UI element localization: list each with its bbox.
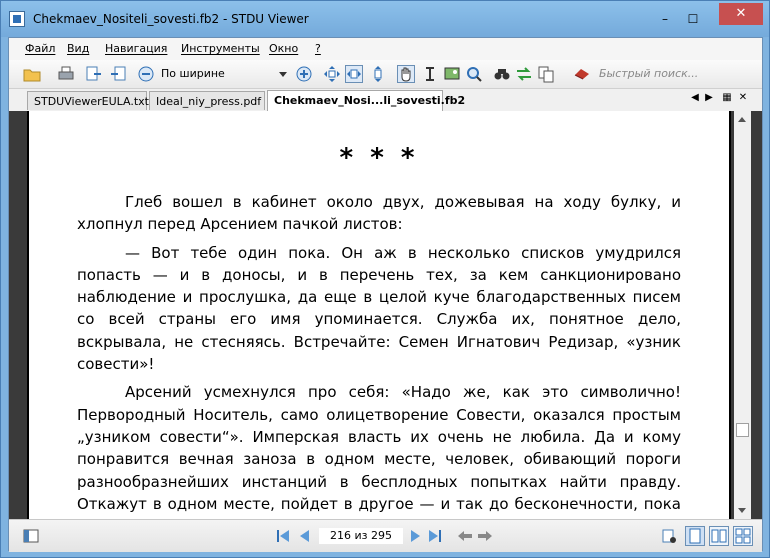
menu-tools[interactable]: Инструменты <box>181 42 260 55</box>
snapshot-icon[interactable] <box>443 65 461 83</box>
main-frame: Файл Вид Навигация Инструменты Окно ? По… <box>8 37 763 552</box>
copy-icon[interactable] <box>537 65 555 83</box>
text-column: Глеб вошел в кабинет около двух, дожевыв… <box>77 191 681 519</box>
app-window: Chekmaev_Nositeli_sovesti.fb2 - STDU Vie… <box>0 0 770 558</box>
zoom-region-icon[interactable] <box>465 65 483 83</box>
fit-width-icon[interactable] <box>345 65 363 83</box>
continuous-view-button[interactable] <box>685 526 705 546</box>
select-text-icon[interactable] <box>421 65 439 83</box>
app-icon <box>9 11 25 27</box>
menu-navigation[interactable]: Навигация <box>105 42 167 55</box>
toggle-sidebar-icon[interactable] <box>23 528 39 544</box>
find-icon[interactable] <box>493 65 511 83</box>
grid-view-button[interactable] <box>733 526 753 546</box>
close-button[interactable]: ✕ <box>719 3 763 25</box>
menu-help[interactable]: ? <box>315 42 321 55</box>
tab-scroll-right-icon[interactable]: ▶ <box>703 92 715 103</box>
tab-ideal-niy-press[interactable]: Ideal_niy_press.pdf <box>149 91 265 110</box>
print-icon[interactable] <box>57 65 75 83</box>
search-icon <box>573 65 591 83</box>
tab-close-icon[interactable]: ✕ <box>737 92 749 103</box>
scroll-up-icon[interactable] <box>738 117 746 122</box>
document-page: * * * Глеб вошел в кабинет около двух, д… <box>27 111 731 519</box>
history-forward-icon[interactable] <box>477 528 493 544</box>
first-page-icon[interactable] <box>275 528 291 544</box>
paragraph: Глеб вошел в кабинет около двух, дожевыв… <box>77 193 681 234</box>
fit-height-icon[interactable] <box>369 65 387 83</box>
toolbar: По ширине Быстрый поиск... <box>9 60 762 89</box>
next-page-icon[interactable] <box>407 528 423 544</box>
menu-bar: Файл Вид Навигация Инструменты Окно ? <box>9 38 762 60</box>
single-page-icon[interactable] <box>661 528 677 544</box>
fit-page-icon[interactable] <box>323 65 341 83</box>
tab-chekmaev[interactable]: Chekmaev_Nosi...li_sovesti.fb2 <box>267 90 465 111</box>
minimize-button[interactable]: – <box>653 10 677 28</box>
status-bar: 216 из 295 <box>9 519 762 552</box>
facing-view-button[interactable] <box>709 526 729 546</box>
page-prev-icon[interactable] <box>85 65 103 83</box>
scroll-thumb[interactable] <box>736 423 749 437</box>
tab-list-icon[interactable]: ▦ <box>721 92 733 103</box>
paragraph: — Вот тебе один пока. Он аж в несколько … <box>77 243 681 374</box>
tab-stduviewereula[interactable]: STDUViewerEULA.txt <box>27 91 149 110</box>
tab-scroll-left-icon[interactable]: ◀ <box>689 92 701 103</box>
quick-search-input[interactable]: Быстрый поиск... <box>571 64 759 84</box>
window-title: Chekmaev_Nositeli_sovesti.fb2 - STDU Vie… <box>33 12 309 26</box>
zoom-in-icon[interactable] <box>295 65 313 83</box>
maximize-button[interactable]: ☐ <box>681 10 705 28</box>
paragraph: Арсений усмехнулся про себя: «Надо же, к… <box>77 383 681 519</box>
zoom-out-icon[interactable] <box>137 65 155 83</box>
document-area[interactable]: * * * Глеб вошел в кабинет около двух, д… <box>9 111 762 519</box>
zoom-mode-select[interactable]: По ширине <box>157 64 291 84</box>
prev-page-icon[interactable] <box>297 528 313 544</box>
menu-view[interactable]: Вид <box>67 42 89 55</box>
section-heading: * * * <box>339 143 419 173</box>
scroll-down-icon[interactable] <box>738 508 746 513</box>
menu-file[interactable]: Файл <box>25 42 55 55</box>
page-next-icon[interactable] <box>109 65 127 83</box>
menu-window[interactable]: Окно <box>269 42 298 55</box>
tab-bar: STDUViewerEULA.txt Ideal_niy_press.pdf C… <box>9 89 762 112</box>
page-indicator[interactable]: 216 из 295 <box>319 528 403 544</box>
sync-icon[interactable] <box>515 65 533 83</box>
history-back-icon[interactable] <box>457 528 473 544</box>
title-bar[interactable]: Chekmaev_Nositeli_sovesti.fb2 - STDU Vie… <box>1 1 769 37</box>
last-page-icon[interactable] <box>427 528 443 544</box>
vertical-scrollbar[interactable] <box>734 111 751 519</box>
open-folder-icon[interactable] <box>23 65 41 83</box>
hand-tool-icon[interactable] <box>397 65 415 83</box>
